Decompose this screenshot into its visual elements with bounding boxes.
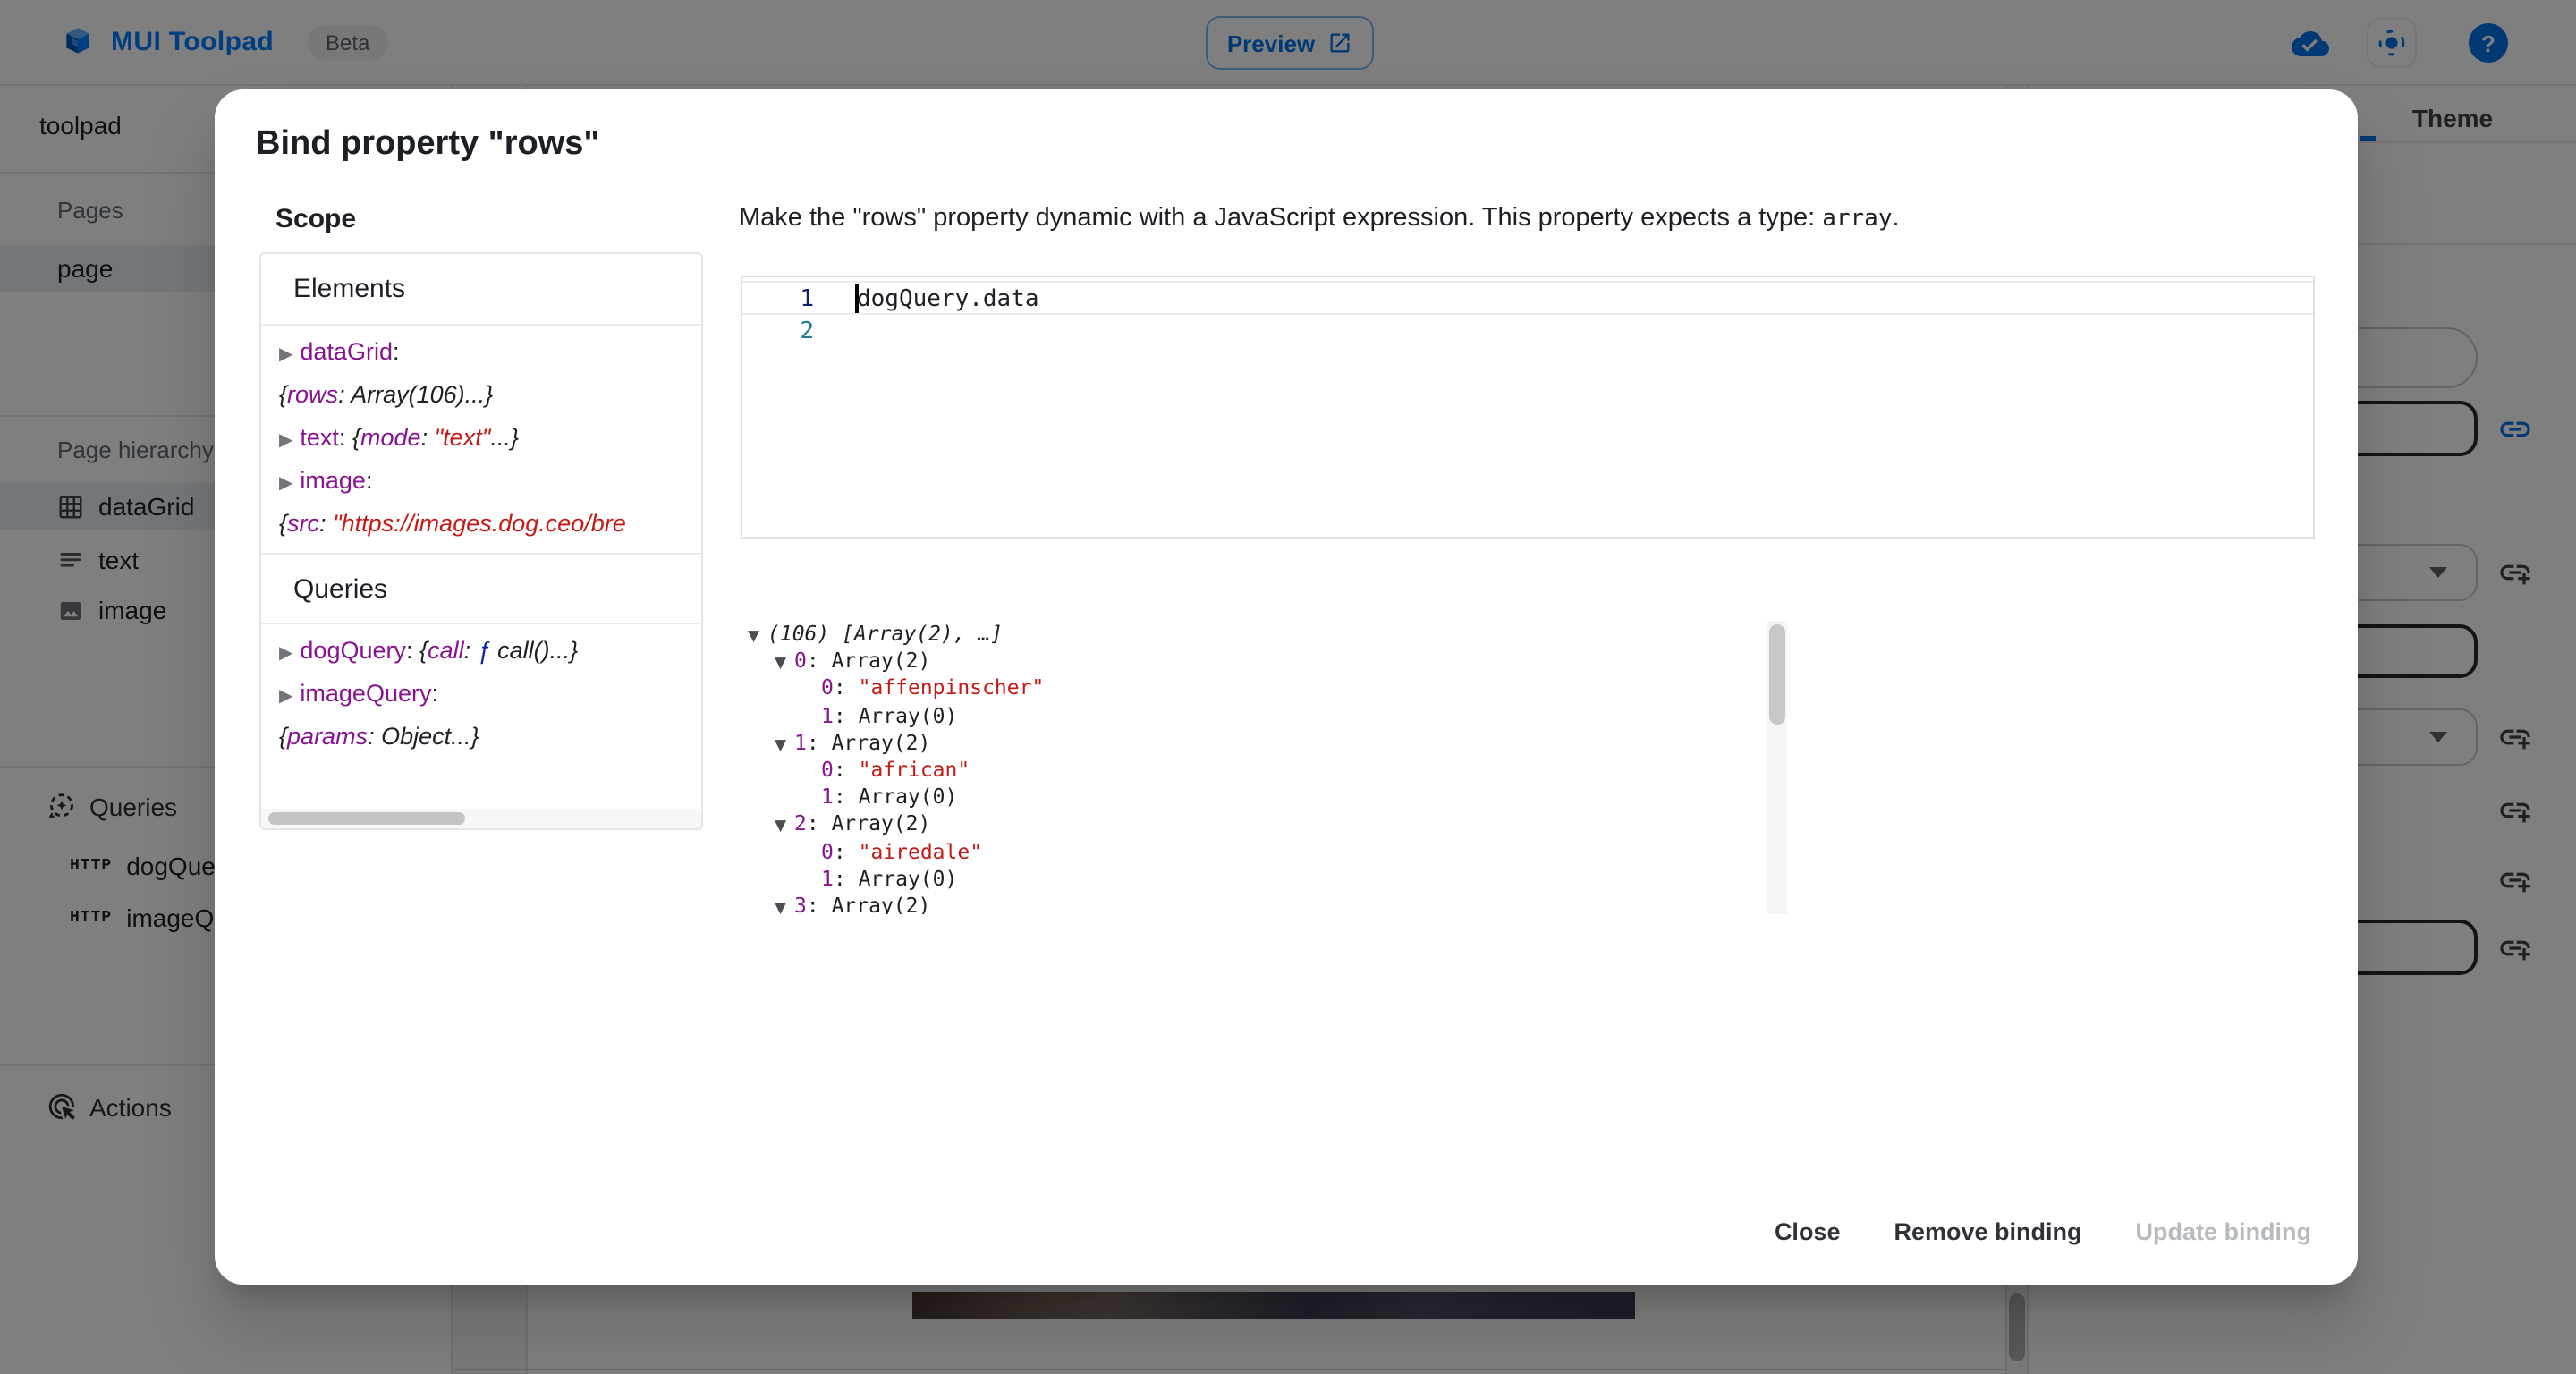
dialog-title: Bind property "rows" <box>256 125 599 165</box>
result-tree-row[interactable]: ▼0: Array(2) <box>741 648 2315 674</box>
result-scrollbar-track[interactable] <box>1767 621 1787 914</box>
close-button[interactable]: Close <box>1757 1204 1859 1260</box>
scope-tree-row[interactable]: ▶text: {mode: "text"...} <box>279 417 701 460</box>
scope-tree-row[interactable]: {params: Object...} <box>279 716 701 759</box>
scope-group-header: Elements <box>261 254 701 326</box>
scope-tree-row[interactable]: ▶imageQuery: <box>279 673 701 716</box>
scope-tree-row[interactable]: ▶dogQuery: {call: ƒ call()...} <box>279 630 701 673</box>
dialog-instruction: Make the "rows" property dynamic with a … <box>739 204 1900 233</box>
result-tree-row[interactable]: 1: Array(0) <box>741 784 2315 810</box>
scope-scrollbar-thumb[interactable] <box>268 812 465 825</box>
scope-tree-row[interactable]: {src: "https://images.dog.ceo/bre <box>279 503 701 546</box>
result-tree-row[interactable]: 0: "airedale" <box>741 838 2315 865</box>
update-binding-button[interactable]: Update binding <box>2118 1204 2330 1260</box>
result-tree-row[interactable]: ▼2: Array(2) <box>741 811 2315 838</box>
scope-tree-row[interactable]: {rows: Array(106)...} <box>279 374 701 417</box>
scope-panel: Elements▶dataGrid:{rows: Array(106)...}▶… <box>259 252 703 830</box>
screen: MUI Toolpad Beta Preview <box>0 0 2576 1374</box>
editor-line[interactable]: 2 <box>742 315 2313 349</box>
editor-line[interactable]: 1dogQuery.data <box>742 281 2313 315</box>
result-scrollbar-thumb[interactable] <box>1769 624 1785 725</box>
bind-property-dialog: Bind property "rows" Scope Elements ▶data… <box>215 89 2358 1285</box>
scope-group-header: Queries <box>261 553 701 624</box>
result-tree-row[interactable]: 1: Array(0) <box>741 702 2315 729</box>
result-tree-row[interactable]: ▼3: Array(2) <box>741 893 2315 914</box>
expected-type: array <box>1822 206 1892 233</box>
scope-tree-row[interactable]: ▶dataGrid: <box>279 331 701 374</box>
result-tree-row[interactable]: ▼1: Array(2) <box>741 730 2315 757</box>
expression-result-tree: ▼(106) [Array(2), …]▼0: Array(2)0: "affe… <box>741 621 2315 914</box>
scope-label: Scope <box>275 204 356 234</box>
js-expression-editor[interactable]: 1dogQuery.data2 <box>741 276 2315 539</box>
scope-scrollbar-track[interactable] <box>261 809 701 828</box>
remove-binding-button[interactable]: Remove binding <box>1876 1204 2099 1260</box>
result-tree-row[interactable]: 0: "african" <box>741 757 2315 784</box>
result-tree-row[interactable]: 0: "affenpinscher" <box>741 675 2315 702</box>
result-tree-row[interactable]: 1: Array(0) <box>741 865 2315 892</box>
scope-tree-row[interactable]: ▶image: <box>279 460 701 503</box>
dialog-actions: Close Remove binding Update binding <box>1757 1204 2329 1260</box>
result-tree-row[interactable]: ▼(106) [Array(2), …] <box>741 621 2315 648</box>
